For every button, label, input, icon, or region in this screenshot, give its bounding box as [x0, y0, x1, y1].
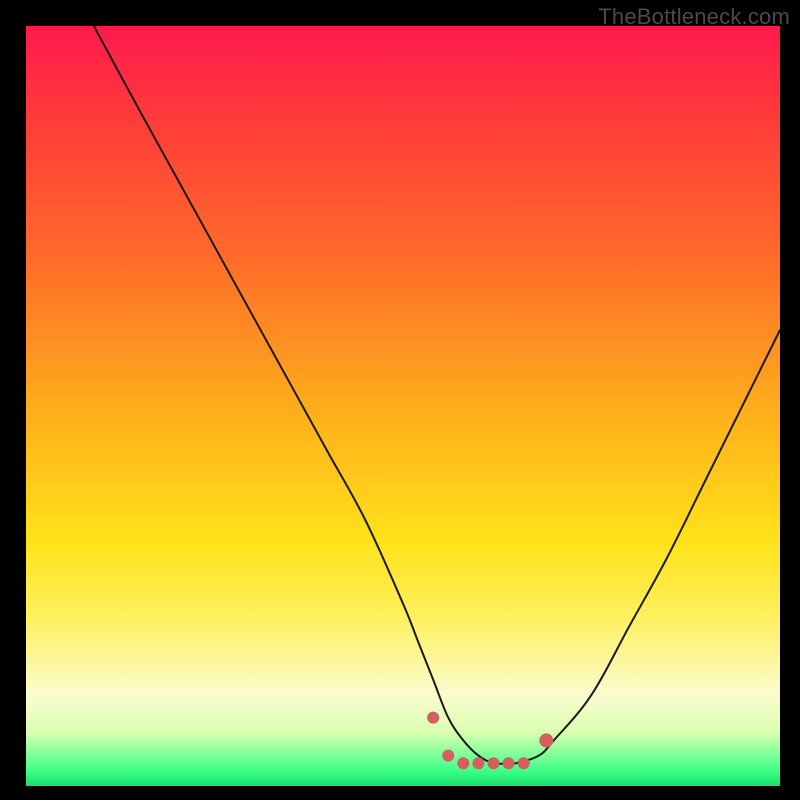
marker-d	[472, 757, 484, 769]
chart-frame: TheBottleneck.com	[0, 0, 800, 800]
watermark-text: TheBottleneck.com	[598, 4, 790, 30]
marker-e	[487, 757, 499, 769]
marker-c	[457, 757, 469, 769]
marker-g	[518, 757, 530, 769]
plot-area	[26, 26, 780, 786]
marker-a	[427, 712, 439, 724]
plot-svg	[26, 26, 780, 786]
marker-h	[539, 733, 553, 747]
bottleneck-curve	[94, 26, 780, 764]
valley-markers	[427, 712, 553, 770]
marker-f	[503, 757, 515, 769]
marker-b	[442, 750, 454, 762]
